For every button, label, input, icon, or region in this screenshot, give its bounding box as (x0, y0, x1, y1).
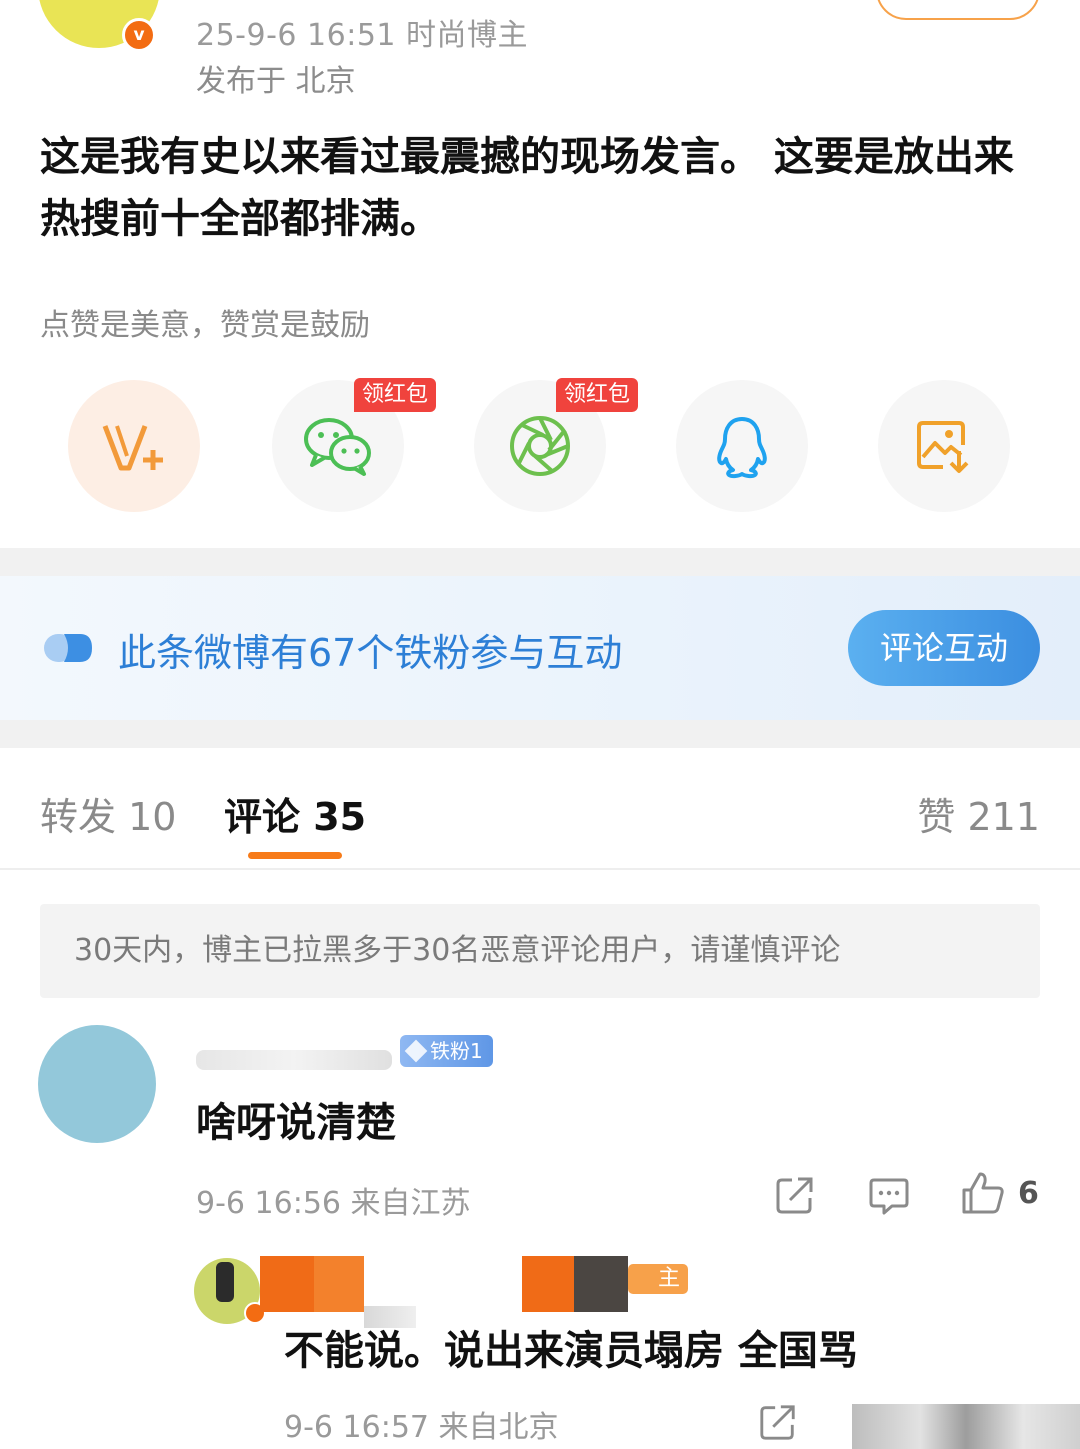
comment-like-count: 6 (1018, 1176, 1039, 1211)
red-packet-tag: 领红包 (354, 378, 437, 412)
commenter-name-redacted[interactable] (196, 1050, 392, 1070)
red-packet-tag: 领红包 (556, 378, 639, 412)
share-reply-icon[interactable] (758, 1402, 798, 1442)
tab-repost[interactable]: 转发 10 (40, 786, 176, 841)
redaction-block (260, 1256, 314, 1312)
post-text: 这是我有史以来看过最震撼的现场发言。 这要是放出来热搜前十全部都排满。 (40, 134, 1014, 242)
reply-comment-icon[interactable] (868, 1176, 910, 1216)
redaction-block (314, 1256, 364, 1312)
blacklist-notice: 30天内，博主已拉黑多于30名恶意评论用户，请谨慎评论 (40, 904, 1040, 998)
follow-button[interactable] (876, 0, 1040, 20)
fans-icon (44, 634, 92, 662)
share-qq-button[interactable] (676, 380, 808, 512)
section-divider (0, 720, 1080, 748)
reply-text: 不能说。说出来演员塌房 全国骂 (284, 1328, 858, 1374)
section-divider (0, 548, 1080, 576)
verified-badge: v (122, 18, 156, 52)
post-meta: 25-9-6 16:51 时尚博主 (196, 18, 529, 53)
active-tab-indicator (248, 852, 342, 859)
save-image-button[interactable] (878, 380, 1010, 512)
like-icon[interactable] (960, 1170, 1006, 1216)
author-badge: 主 (628, 1264, 688, 1294)
tab-divider (0, 868, 1080, 870)
vplus-icon (102, 425, 163, 471)
moments-icon (510, 416, 570, 476)
fans-banner: 此条微博有67个铁粉参与互动 评论互动 (0, 576, 1080, 720)
reply-meta: 9-6 16:57 来自北京 (284, 1410, 559, 1445)
redaction-block (522, 1256, 574, 1312)
reward-tip: 点赞是美意，赞赏是鼓励 (40, 308, 370, 343)
comment-meta: 9-6 16:56 来自江苏 (196, 1186, 471, 1221)
tab-comment[interactable]: 评论 35 (224, 786, 366, 841)
share-comment-icon[interactable] (774, 1174, 816, 1216)
redaction-block (852, 1404, 1080, 1449)
tab-like[interactable]: 赞 211 (917, 786, 1040, 841)
comment-text: 啥呀说清楚 (196, 1100, 396, 1146)
qq-icon (717, 417, 767, 479)
commenter-avatar[interactable] (38, 1025, 156, 1143)
wechat-icon (304, 418, 371, 476)
fan-badge: 铁粉1 (400, 1035, 493, 1067)
redaction-block (574, 1256, 628, 1312)
comment-interact-button[interactable]: 评论互动 (848, 610, 1040, 686)
fans-banner-text: 此条微博有67个铁粉参与互动 (118, 631, 623, 675)
vplus-button[interactable] (68, 380, 200, 512)
save-image-icon (917, 421, 969, 473)
post-location: 发布于 北京 (196, 64, 356, 99)
